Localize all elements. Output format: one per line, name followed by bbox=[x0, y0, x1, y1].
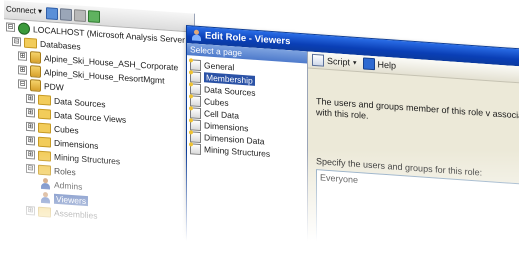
tree-node-label: Admins bbox=[54, 179, 83, 192]
page-icon bbox=[190, 142, 201, 155]
expand-icon[interactable]: ⊞ bbox=[26, 205, 35, 216]
refresh-icon[interactable] bbox=[88, 10, 100, 23]
page-label: General bbox=[204, 60, 235, 73]
role-icon bbox=[191, 29, 202, 41]
expand-icon[interactable]: ⊞ bbox=[18, 65, 27, 75]
tree-node-label: Data Sources bbox=[54, 95, 106, 109]
expand-icon[interactable]: ⊞ bbox=[26, 135, 35, 146]
tree-node-label: Roles bbox=[54, 165, 76, 177]
script-icon[interactable] bbox=[312, 53, 324, 67]
folder-icon bbox=[38, 94, 51, 106]
object-explorer: Connect ▾ ⊟ LOCALHOST (Microsoft Analysis… bbox=[4, 0, 220, 229]
role-description: The users and groups member of this role… bbox=[316, 96, 519, 122]
disconnect-icon[interactable] bbox=[60, 8, 72, 22]
database-icon bbox=[30, 50, 41, 64]
folder-icon bbox=[38, 108, 51, 120]
folder-icon bbox=[38, 164, 51, 176]
tilted-view: Connect ▾ ⊟ LOCALHOST (Microsoft Analysis… bbox=[0, 0, 519, 280]
connect-button[interactable]: Connect ▾ bbox=[6, 4, 42, 16]
folder-icon bbox=[38, 206, 51, 218]
tree-node-label: Cubes bbox=[54, 123, 79, 135]
expand-icon[interactable]: ⊞ bbox=[18, 51, 27, 61]
tree-node-label: PDW bbox=[44, 80, 64, 92]
collapse-icon[interactable]: ⊟ bbox=[6, 22, 15, 33]
folder-icon bbox=[38, 150, 51, 162]
database-icon bbox=[30, 78, 41, 92]
expand-icon[interactable]: ⊞ bbox=[26, 121, 35, 132]
folder-icon bbox=[38, 122, 51, 134]
expand-icon[interactable]: ⊞ bbox=[26, 149, 35, 160]
collapse-icon[interactable]: ⊟ bbox=[26, 163, 35, 174]
page-icon bbox=[190, 118, 201, 131]
page-icon bbox=[190, 94, 201, 107]
page-icon bbox=[190, 82, 201, 95]
screenshot-scene: Connect ▾ ⊟ LOCALHOST (Microsoft Analysis… bbox=[0, 0, 519, 280]
page-selector: Select a page General Membership Data Sour… bbox=[187, 43, 308, 263]
collapse-icon[interactable]: ⊟ bbox=[18, 79, 27, 89]
tree-node-label: Assemblies bbox=[54, 207, 98, 221]
membership-panel: Script ▾ Help The users and groups membe… bbox=[308, 51, 519, 279]
filter-icon[interactable] bbox=[74, 9, 86, 23]
edit-role-dialog: Edit Role - Viewers Select a page Genera… bbox=[186, 25, 519, 280]
folder-icon bbox=[38, 136, 51, 148]
tree-node[interactable]: ⊟ Roles bbox=[26, 162, 76, 178]
tree-node-label: Viewers bbox=[54, 193, 89, 206]
expand-icon[interactable]: ⊞ bbox=[26, 107, 35, 118]
role-icon bbox=[40, 178, 51, 190]
page-label: Mining Structures bbox=[204, 144, 271, 159]
collapse-icon[interactable]: ⊟ bbox=[12, 36, 21, 47]
page-label: Cubes bbox=[204, 96, 229, 108]
page-icon bbox=[190, 70, 201, 83]
script-button[interactable]: Script bbox=[327, 56, 350, 68]
members-list[interactable]: Everyone bbox=[316, 169, 519, 277]
chevron-down-icon[interactable]: ▾ bbox=[353, 59, 357, 67]
folder-icon bbox=[24, 37, 37, 49]
help-button[interactable]: Help bbox=[378, 59, 397, 70]
expand-icon[interactable]: ⊞ bbox=[26, 93, 35, 104]
page-icon bbox=[190, 58, 201, 71]
help-icon[interactable] bbox=[362, 57, 375, 71]
server-icon bbox=[18, 21, 30, 35]
connect-object-icon[interactable] bbox=[46, 7, 58, 21]
database-icon bbox=[30, 64, 41, 78]
tree-node-label: Databases bbox=[40, 38, 81, 52]
tree-node-label: Dimensions bbox=[54, 137, 99, 151]
role-icon bbox=[40, 192, 51, 204]
page-icon bbox=[190, 130, 201, 143]
page-icon bbox=[190, 106, 201, 119]
tree-node[interactable]: ⊟ PDW bbox=[18, 77, 64, 93]
